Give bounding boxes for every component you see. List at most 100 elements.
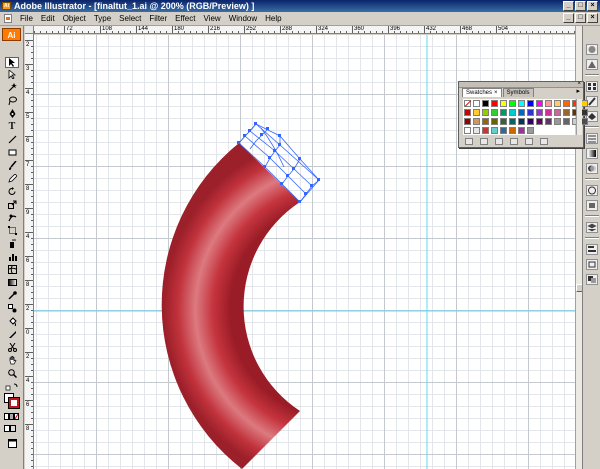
graph-tool-icon[interactable] <box>6 252 18 261</box>
paintbrush-tool-icon[interactable] <box>6 161 18 170</box>
swatch[interactable] <box>482 118 489 125</box>
menu-file[interactable]: File <box>16 14 37 23</box>
swatch[interactable] <box>464 127 471 134</box>
color-guide-panel-icon[interactable] <box>586 59 598 70</box>
swatch[interactable] <box>581 100 588 107</box>
minimize-button[interactable]: _ <box>563 1 574 11</box>
swatch[interactable] <box>545 100 552 107</box>
swatches-scrollbar[interactable] <box>576 99 582 135</box>
menu-view[interactable]: View <box>199 14 224 23</box>
swatch[interactable] <box>509 127 516 134</box>
menu-select[interactable]: Select <box>115 14 145 23</box>
swatch[interactable] <box>509 118 516 125</box>
hand-tool-icon[interactable] <box>6 356 18 365</box>
scissors-tool-icon[interactable] <box>6 343 18 352</box>
swatch[interactable] <box>509 109 516 116</box>
zoom-tool-icon[interactable] <box>6 369 18 378</box>
stroke-panel-icon[interactable] <box>586 133 598 144</box>
panel-close-button[interactable]: × <box>577 80 581 88</box>
direct-selection-tool-icon[interactable] <box>6 70 18 79</box>
menu-edit[interactable]: Edit <box>37 14 59 23</box>
swatch[interactable] <box>491 109 498 116</box>
swatch[interactable] <box>563 109 570 116</box>
blend-tool-icon[interactable] <box>6 304 18 313</box>
transparency-panel-icon[interactable] <box>586 163 598 174</box>
swatch[interactable] <box>473 127 480 134</box>
pathfinder-panel-icon[interactable] <box>586 274 598 285</box>
swatch[interactable] <box>500 100 507 107</box>
rotate-tool-icon[interactable] <box>6 187 18 196</box>
graphic-styles-panel-icon[interactable] <box>586 200 598 211</box>
swatch[interactable] <box>509 100 516 107</box>
pencil-tool-icon[interactable] <box>6 174 18 183</box>
swatch[interactable] <box>482 100 489 107</box>
swatch-libraries-button[interactable] <box>465 138 473 145</box>
doc-close-button[interactable]: × <box>587 13 598 23</box>
swatch[interactable] <box>581 118 588 125</box>
type-tool-icon[interactable]: T <box>6 122 18 132</box>
menu-type[interactable]: Type <box>90 14 115 23</box>
color-mode-buttons[interactable] <box>4 413 20 422</box>
free-transform-tool-icon[interactable] <box>6 226 18 235</box>
swatch-options-button[interactable] <box>495 138 503 145</box>
document-icon[interactable] <box>4 14 12 23</box>
close-button[interactable]: × <box>587 1 598 11</box>
swatch[interactable] <box>464 109 471 116</box>
swatch[interactable] <box>464 118 471 125</box>
swatch[interactable] <box>518 127 525 134</box>
swatch[interactable] <box>473 100 480 107</box>
gradient-panel-icon[interactable] <box>586 148 598 159</box>
align-panel-icon[interactable] <box>586 244 598 255</box>
swatch[interactable] <box>491 118 498 125</box>
layers-panel-icon[interactable] <box>586 222 598 233</box>
show-kinds-button[interactable] <box>480 138 488 145</box>
fill-stroke-selector[interactable] <box>4 393 20 409</box>
swatch[interactable] <box>581 109 588 116</box>
swatch[interactable] <box>473 118 480 125</box>
swatch[interactable] <box>554 100 561 107</box>
screen-mode-icon[interactable] <box>6 439 18 448</box>
menu-help[interactable]: Help <box>261 14 285 23</box>
scale-tool-icon[interactable] <box>6 200 18 209</box>
lasso-tool-icon[interactable] <box>6 96 18 105</box>
menu-filter[interactable]: Filter <box>145 14 171 23</box>
swatch[interactable] <box>536 100 543 107</box>
rectangle-tool-icon[interactable] <box>6 148 18 157</box>
magic-wand-tool-icon[interactable] <box>6 83 18 92</box>
swatch[interactable] <box>527 100 534 107</box>
swatch[interactable] <box>554 109 561 116</box>
stroke-swatch[interactable] <box>8 397 20 409</box>
line-tool-icon[interactable] <box>6 135 18 144</box>
swatch[interactable] <box>482 109 489 116</box>
new-swatch-button[interactable] <box>525 138 533 145</box>
swatch[interactable] <box>554 118 561 125</box>
swatch[interactable] <box>518 118 525 125</box>
new-color-group-button[interactable] <box>510 138 518 145</box>
mesh-tool-icon[interactable] <box>6 265 18 274</box>
swatch[interactable] <box>500 118 507 125</box>
pen-tool-icon[interactable] <box>6 109 18 118</box>
swatch[interactable] <box>563 100 570 107</box>
delete-swatch-button[interactable] <box>540 138 548 145</box>
menu-window[interactable]: Window <box>225 14 261 23</box>
panel-menu-button[interactable]: ▸ <box>576 88 580 96</box>
color-panel-icon[interactable] <box>586 44 598 55</box>
swatch[interactable] <box>473 109 480 116</box>
swatch[interactable] <box>536 118 543 125</box>
swap-fill-stroke-icon[interactable] <box>5 383 19 392</box>
tab-close-icon[interactable]: × <box>494 90 498 96</box>
swatch[interactable] <box>527 118 534 125</box>
appearance-panel-icon[interactable] <box>586 185 598 196</box>
swatch[interactable] <box>482 127 489 134</box>
screen-mode-buttons[interactable] <box>4 425 20 434</box>
ruler-origin[interactable] <box>25 26 34 34</box>
swatch[interactable] <box>545 109 552 116</box>
selection-tool-icon[interactable] <box>5 57 19 68</box>
tab-symbols[interactable]: Symbols <box>502 88 534 97</box>
vertical-ruler[interactable]: 2 3 4 5 6 7 8 9 4 6 8 2 0 2 4 6 8 <box>25 34 34 469</box>
warp-tool-icon[interactable] <box>6 213 18 222</box>
swatch[interactable] <box>491 127 498 134</box>
live-paint-bucket-tool-icon[interactable] <box>6 317 18 326</box>
swatch[interactable] <box>545 118 552 125</box>
gradient-tool-icon[interactable] <box>6 278 18 287</box>
